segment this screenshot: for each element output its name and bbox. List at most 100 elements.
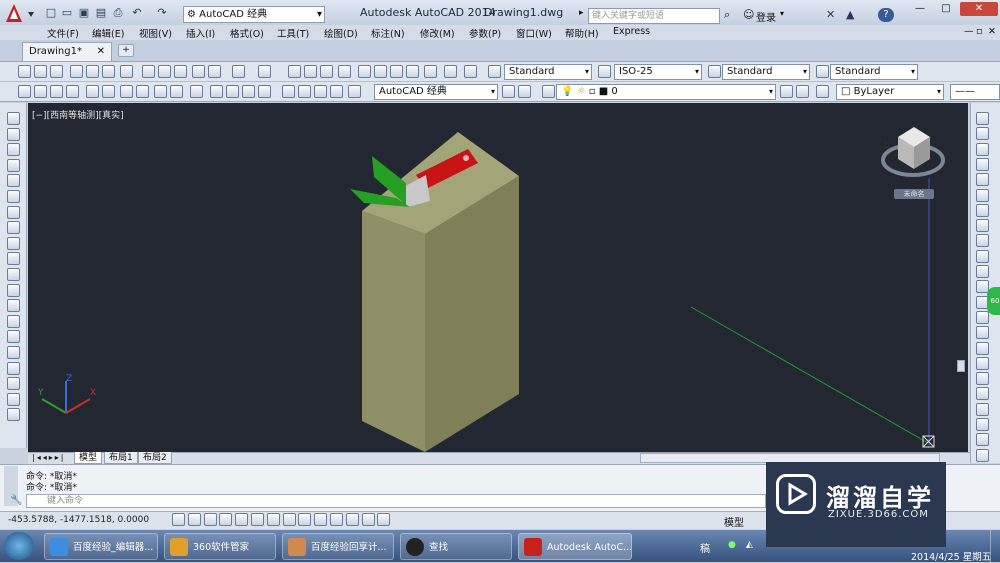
table-style-icon[interactable] <box>708 65 721 78</box>
linetype-select[interactable]: —— <box>950 84 1000 100</box>
vertical-scrollbar-thumb[interactable] <box>957 360 965 372</box>
block-editor-icon[interactable] <box>208 65 221 78</box>
realistic-icon[interactable] <box>226 85 239 98</box>
polygon-icon[interactable] <box>7 158 20 172</box>
binoculars-icon[interactable]: ⌕ <box>724 8 730 22</box>
match-properties-icon[interactable] <box>192 65 205 78</box>
circle-icon[interactable] <box>7 205 20 219</box>
doc-close-button[interactable]: ✕ <box>988 26 996 37</box>
minimize-button[interactable]: — <box>908 2 932 16</box>
rotate-icon[interactable] <box>976 203 989 217</box>
revolve-icon[interactable] <box>136 85 149 98</box>
ucs-world-icon[interactable] <box>314 85 327 98</box>
menu-file[interactable]: 文件(F) <box>47 26 79 40</box>
orbit-icon[interactable] <box>282 85 295 98</box>
exchange-icon[interactable]: ✕ <box>826 8 835 21</box>
copy-object-icon[interactable] <box>976 127 989 141</box>
revcloud-icon[interactable] <box>7 221 20 235</box>
menu-draw[interactable]: 绘图(D) <box>324 26 358 40</box>
shaded-icon[interactable] <box>258 85 271 98</box>
insert-block-icon[interactable] <box>7 283 20 297</box>
view-left-icon[interactable] <box>50 85 63 98</box>
ellipse-arc-icon[interactable] <box>7 268 20 281</box>
3d-print-icon[interactable] <box>120 65 133 78</box>
mleader-style-select[interactable]: Standard ▾ <box>830 64 918 80</box>
autocad-logo-icon[interactable] <box>4 2 38 26</box>
taskbar-item-qq[interactable]: 查找 <box>400 533 512 560</box>
publish-icon[interactable] <box>102 65 115 78</box>
erase-icon[interactable] <box>976 112 989 125</box>
explode-icon[interactable] <box>976 372 989 386</box>
infer-constraints-toggle[interactable] <box>172 513 185 526</box>
zoom-previous-icon[interactable] <box>338 65 351 78</box>
ucs-view-icon[interactable] <box>348 85 361 98</box>
intersect-icon[interactable] <box>190 85 203 98</box>
menu-view[interactable]: 视图(V) <box>139 26 172 40</box>
table-style-select[interactable]: Standard ▾ <box>722 64 810 80</box>
text-style-icon[interactable] <box>488 65 501 78</box>
wrench-icon[interactable]: 🔧 <box>10 495 22 506</box>
box-left-face[interactable] <box>362 211 425 452</box>
dynamic-input-toggle[interactable] <box>314 513 328 526</box>
trim-icon[interactable] <box>976 249 989 263</box>
union-icon[interactable] <box>154 85 167 98</box>
properties-icon[interactable] <box>358 65 371 78</box>
menu-modify[interactable]: 修改(M) <box>420 26 455 40</box>
object-snap-tracking-toggle[interactable] <box>282 513 296 526</box>
maximize-button[interactable]: □ <box>934 2 958 16</box>
model-space-button[interactable]: 模型 <box>724 514 744 529</box>
view-top-icon[interactable] <box>18 85 31 98</box>
tab-drawing1[interactable]: Drawing1* ✕ <box>22 42 112 61</box>
ellipse-icon[interactable] <box>7 252 20 266</box>
array-icon[interactable] <box>976 173 989 187</box>
ortho-mode-toggle[interactable] <box>219 513 233 526</box>
open-icon[interactable]: ▭ <box>60 6 74 20</box>
help-tool-icon[interactable] <box>464 65 477 78</box>
extend-icon[interactable] <box>976 265 989 278</box>
taskbar-item-autocad[interactable]: Autodesk AutoC... <box>518 533 632 560</box>
menu-insert[interactable]: 插入(I) <box>186 26 215 40</box>
tray-icon[interactable]: ● <box>728 540 736 550</box>
view-bottom-icon[interactable] <box>34 85 47 98</box>
search-input[interactable]: 键入关键字或短语 <box>588 8 720 24</box>
menu-dimension[interactable]: 标注(N) <box>371 26 405 40</box>
preview-icon[interactable] <box>86 65 99 78</box>
workspace-save-icon[interactable] <box>518 85 531 98</box>
ungroup-icon[interactable] <box>976 418 989 431</box>
coordinate-readout[interactable]: -453.5788, -1477.1518, 0.0000 <box>8 515 149 525</box>
mirror-icon[interactable] <box>976 142 989 156</box>
tab-model[interactable]: 模型 <box>74 452 103 464</box>
saveas-icon[interactable]: ▤ <box>94 6 108 20</box>
redo-tool-icon[interactable] <box>258 65 271 78</box>
blend-icon[interactable] <box>976 356 989 370</box>
zoom-realtime-icon[interactable] <box>304 65 317 78</box>
construction-line-icon[interactable] <box>7 127 20 141</box>
user-icon[interactable]: ☺ <box>743 8 754 21</box>
3d-osnap-toggle[interactable] <box>251 513 264 526</box>
command-input[interactable]: 键入命令 <box>26 494 766 508</box>
mtext-icon[interactable] <box>7 392 20 406</box>
stretch-icon[interactable] <box>976 234 989 248</box>
qnew-icon[interactable] <box>18 65 31 78</box>
tool-palettes-icon[interactable] <box>390 65 403 78</box>
dynamic-ucs-toggle[interactable] <box>298 513 312 526</box>
ucs-face-icon[interactable] <box>330 85 343 98</box>
tab-nav-arrows[interactable]: |◂◂▸▸| <box>32 453 65 462</box>
login-link[interactable]: 登录 <box>756 9 776 24</box>
group-icon[interactable] <box>976 402 989 416</box>
login-dropdown-icon[interactable]: ▾ <box>780 9 784 18</box>
add-selected-icon[interactable] <box>7 408 20 422</box>
save-file-icon[interactable] <box>50 65 63 78</box>
offset-icon[interactable] <box>976 157 989 171</box>
ucs-icon[interactable] <box>298 85 311 98</box>
object-snap-toggle[interactable] <box>266 513 280 526</box>
start-button[interactable] <box>4 532 34 560</box>
dim-style-icon[interactable] <box>598 65 611 78</box>
doc-minimize-button[interactable]: — <box>964 26 974 37</box>
workspace-select[interactable]: ⚙ AutoCAD 经典 ▾ <box>183 6 325 23</box>
selection-cycling-toggle[interactable] <box>377 513 391 526</box>
save-icon[interactable]: ▣ <box>77 6 91 20</box>
design-center-icon[interactable] <box>374 65 387 78</box>
visual-style-icon[interactable] <box>210 85 223 98</box>
menu-express[interactable]: Express <box>613 26 650 37</box>
